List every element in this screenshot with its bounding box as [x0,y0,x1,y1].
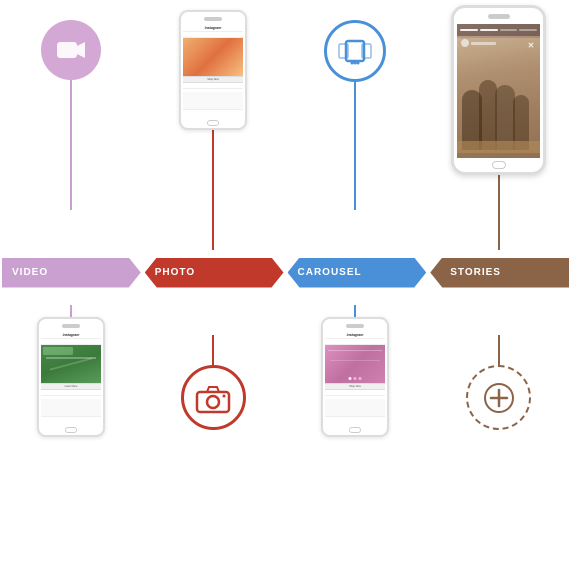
photo-phone-home [207,120,219,126]
add-circle-icon [481,380,517,416]
stories-phone-top: ✕ [451,5,546,175]
stories-phone-home [492,161,506,169]
stories-icon-circle [466,365,531,430]
video-phone-bottom: Instagram Learn More [37,317,105,437]
bot-col-photo [142,295,284,565]
photo-label-text: PHOTO [145,258,284,288]
photo-line-top [212,130,214,250]
top-col-video [0,0,142,250]
video-phone-screen: Instagram Learn More [41,332,101,423]
video-label-text: VIDEO [2,258,141,288]
camera-icon [194,382,232,414]
label-video: VIDEO [0,250,143,295]
carousel-icon-circle [324,20,386,82]
labels-row: VIDEO PHOTO CAROUSEL STORIES [0,250,571,295]
top-col-photo: Instagram Shop Now [142,0,284,250]
label-photo: PHOTO [143,250,286,295]
bot-col-video: Instagram Learn More [0,295,142,565]
photo-line-bot-top [212,335,214,365]
video-text: VIDEO [12,267,48,278]
video-icon-circle [41,20,101,80]
main-container: Instagram Shop Now [0,0,571,565]
video-line-bot-top [70,305,72,317]
photo-phone-screen: Instagram Shop Now [183,25,243,116]
video-line-top [70,80,72,210]
top-col-stories: ✕ [426,0,571,250]
bottom-section: Instagram Learn More [0,295,571,565]
top-section: Instagram Shop Now [0,0,571,250]
carousel-phone-bottom: Instagram Shop Now [321,317,389,437]
carousel-label-text: CAROUSEL [288,258,427,288]
top-col-carousel [284,0,426,250]
bot-col-stories [426,295,571,565]
stories-text: STORIES [450,267,501,278]
carousel-text: CAROUSEL [298,267,362,278]
stories-line-top [498,175,500,250]
video-camera-icon [55,34,87,66]
photo-phone-top: Instagram Shop Now [179,10,247,130]
bot-col-carousel: Instagram Shop Now [284,295,426,565]
carousel-phone-screen: Instagram Shop Now [325,332,385,423]
carousel-line-bot-top [354,305,356,317]
stories-line-bot-top [498,335,500,365]
label-stories: STORIES [428,250,571,295]
camera-icon-circle [181,365,246,430]
carousel-icon [336,37,374,65]
stories-phone-screen: ✕ [457,24,540,158]
video-phone-home [65,427,77,433]
carousel-phone-home [349,427,361,433]
stories-label-text: STORIES [430,258,569,288]
carousel-line-top [354,82,356,210]
photo-text: PHOTO [155,267,195,278]
label-carousel: CAROUSEL [286,250,429,295]
